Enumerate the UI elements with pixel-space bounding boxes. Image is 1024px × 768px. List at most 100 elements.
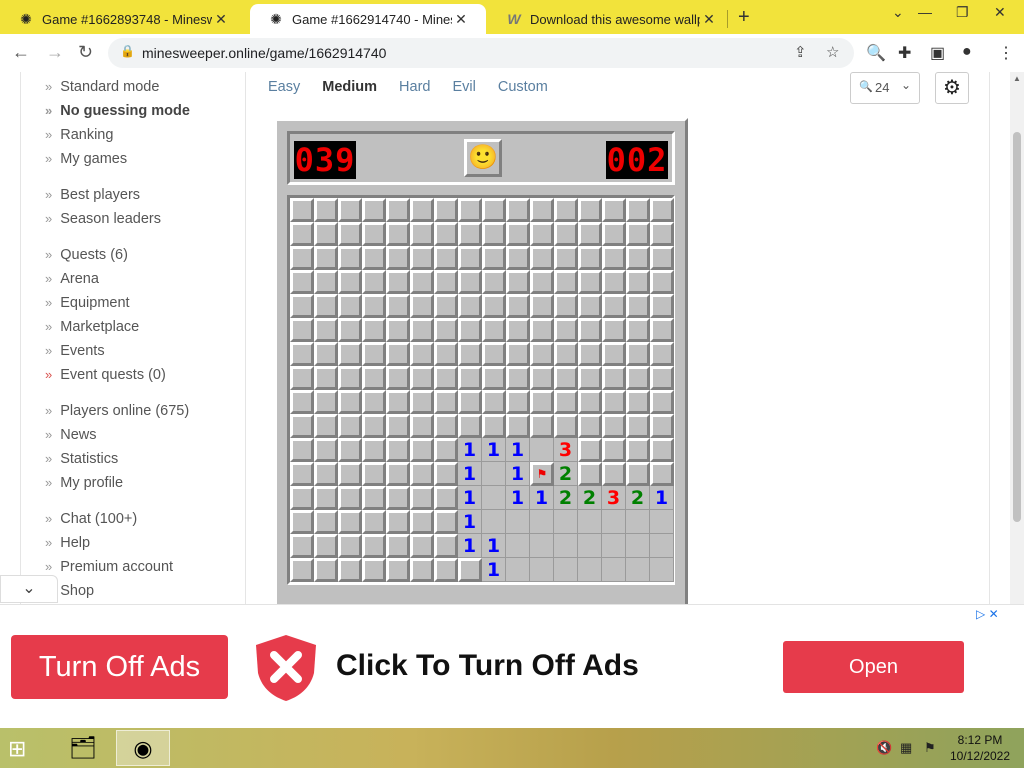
sidebar-item-news[interactable]: » News [45, 427, 97, 443]
hidden-cell[interactable] [530, 390, 554, 414]
hidden-cell[interactable] [410, 198, 434, 222]
hidden-cell[interactable] [458, 270, 482, 294]
number-cell[interactable]: 1 [506, 462, 530, 486]
empty-cell[interactable] [602, 558, 626, 582]
hidden-cell[interactable] [434, 246, 458, 270]
empty-cell[interactable] [554, 510, 578, 534]
hidden-cell[interactable] [314, 390, 338, 414]
hidden-cell[interactable] [626, 366, 650, 390]
hidden-cell[interactable] [362, 294, 386, 318]
hidden-cell[interactable] [338, 390, 362, 414]
hidden-cell[interactable] [410, 414, 434, 438]
volume-muted-icon[interactable]: 🔇 [876, 740, 892, 756]
hidden-cell[interactable] [434, 222, 458, 246]
hidden-cell[interactable] [314, 462, 338, 486]
hidden-cell[interactable] [314, 270, 338, 294]
menu-kebab-icon[interactable]: ⋮ [998, 43, 1014, 63]
browser-tab-3[interactable]: W Download this awesome wallpap ✕ [488, 4, 724, 34]
sidebar-item-best-players[interactable]: » Best players [45, 187, 140, 203]
hidden-cell[interactable] [290, 198, 314, 222]
hidden-cell[interactable] [482, 414, 506, 438]
hidden-cell[interactable] [338, 486, 362, 510]
sidebar-item-no-guessing-mode[interactable]: » No guessing mode [45, 103, 190, 119]
hidden-cell[interactable] [410, 270, 434, 294]
browser-tab-1[interactable]: ✺ Game #1662893748 - Minesweep ✕ [0, 4, 248, 34]
hidden-cell[interactable] [626, 438, 650, 462]
empty-cell[interactable] [530, 558, 554, 582]
sidebar-item-chat[interactable]: » Chat (100+) [45, 511, 137, 527]
hidden-cell[interactable] [290, 390, 314, 414]
hidden-cell[interactable] [386, 390, 410, 414]
hidden-cell[interactable] [362, 222, 386, 246]
number-cell[interactable]: 3 [602, 486, 626, 510]
hidden-cell[interactable] [338, 438, 362, 462]
adchoices-icon[interactable]: ▷ ✕ [976, 607, 999, 621]
hidden-cell[interactable] [602, 390, 626, 414]
hidden-cell[interactable] [626, 462, 650, 486]
hidden-cell[interactable] [458, 198, 482, 222]
hidden-cell[interactable] [506, 318, 530, 342]
hidden-cell[interactable] [482, 318, 506, 342]
hidden-cell[interactable] [314, 534, 338, 558]
hidden-cell[interactable] [458, 294, 482, 318]
hidden-cell[interactable] [650, 342, 674, 366]
hidden-cell[interactable] [602, 342, 626, 366]
hidden-cell[interactable] [314, 294, 338, 318]
hidden-cell[interactable] [362, 270, 386, 294]
hidden-cell[interactable] [458, 342, 482, 366]
tab-easy[interactable]: Easy [268, 79, 300, 95]
sidebar-item-help[interactable]: » Help [45, 535, 90, 551]
empty-cell[interactable] [602, 510, 626, 534]
hidden-cell[interactable] [410, 318, 434, 342]
collapse-ad-button[interactable]: ⌄ [0, 575, 58, 603]
hidden-cell[interactable] [434, 462, 458, 486]
empty-cell[interactable] [530, 534, 554, 558]
hidden-cell[interactable] [290, 534, 314, 558]
side-panel-icon[interactable]: ▣ [930, 43, 945, 63]
hidden-cell[interactable] [506, 246, 530, 270]
hidden-cell[interactable] [602, 318, 626, 342]
hidden-cell[interactable] [362, 534, 386, 558]
empty-cell[interactable] [626, 534, 650, 558]
window-close-icon[interactable]: ✕ [994, 4, 1006, 21]
sidebar-item-statistics[interactable]: » Statistics [45, 451, 118, 467]
hidden-cell[interactable] [458, 318, 482, 342]
hidden-cell[interactable] [650, 438, 674, 462]
hidden-cell[interactable] [482, 246, 506, 270]
hidden-cell[interactable] [314, 366, 338, 390]
hidden-cell[interactable] [650, 198, 674, 222]
hidden-cell[interactable] [626, 318, 650, 342]
hidden-cell[interactable] [314, 246, 338, 270]
sidebar-item-my-profile[interactable]: » My profile [45, 475, 123, 491]
hidden-cell[interactable] [578, 294, 602, 318]
lock-icon[interactable]: 🔒 [120, 44, 135, 58]
hidden-cell[interactable] [626, 222, 650, 246]
hidden-cell[interactable] [626, 198, 650, 222]
number-cell[interactable]: 1 [458, 534, 482, 558]
hidden-cell[interactable] [506, 198, 530, 222]
empty-cell[interactable] [578, 558, 602, 582]
hidden-cell[interactable] [506, 222, 530, 246]
number-cell[interactable]: 2 [554, 462, 578, 486]
empty-cell[interactable] [650, 534, 674, 558]
hidden-cell[interactable] [290, 462, 314, 486]
forward-icon[interactable]: → [46, 42, 64, 63]
hidden-cell[interactable] [410, 534, 434, 558]
hidden-cell[interactable] [602, 462, 626, 486]
hidden-cell[interactable] [434, 486, 458, 510]
hidden-cell[interactable] [410, 294, 434, 318]
hidden-cell[interactable] [626, 246, 650, 270]
hidden-cell[interactable] [434, 414, 458, 438]
hidden-cell[interactable] [338, 246, 362, 270]
hidden-cell[interactable] [554, 222, 578, 246]
hidden-cell[interactable] [626, 414, 650, 438]
hidden-cell[interactable] [578, 270, 602, 294]
hidden-cell[interactable] [602, 222, 626, 246]
hidden-cell[interactable] [650, 222, 674, 246]
network-icon[interactable]: ▦ [900, 740, 912, 756]
hidden-cell[interactable] [458, 414, 482, 438]
hidden-cell[interactable] [362, 318, 386, 342]
sidebar-item-players-online[interactable]: » Players online (675) [45, 403, 189, 419]
file-explorer-icon[interactable]: 🗂 [56, 730, 110, 766]
number-cell[interactable]: 1 [458, 486, 482, 510]
